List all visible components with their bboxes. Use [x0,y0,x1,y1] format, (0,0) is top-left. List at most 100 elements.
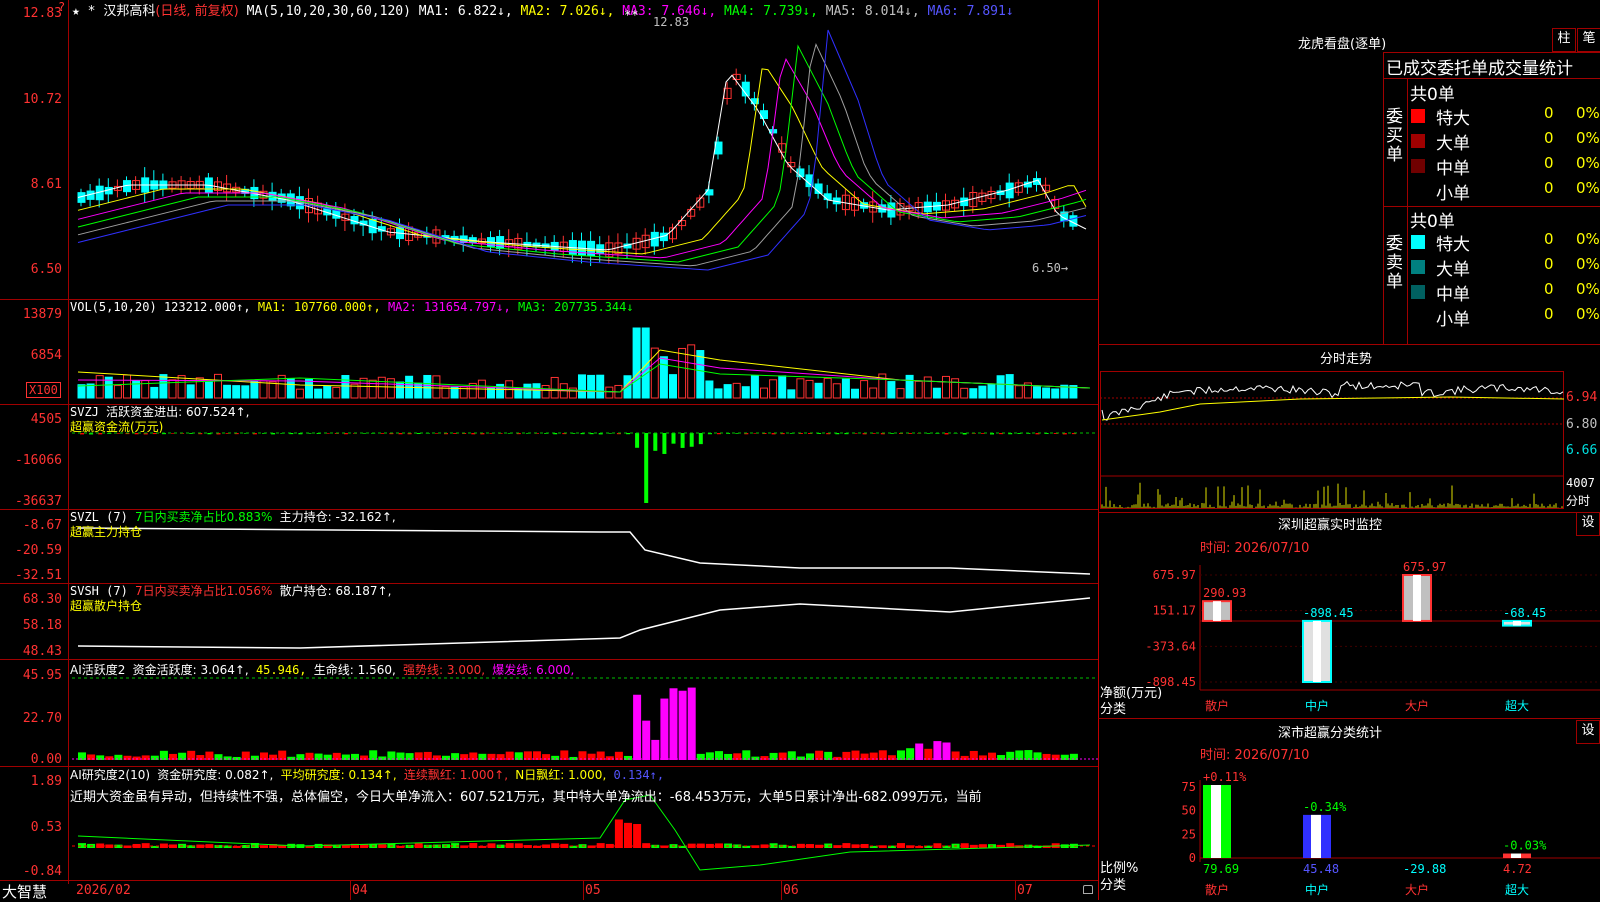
activity-bar [469,752,478,760]
right-panel-divider[interactable] [1098,0,1099,900]
classify-settings-button[interactable]: 设 [1576,720,1600,744]
activity-bar [1042,753,1051,760]
volume-bar [623,375,632,399]
research-bar [514,843,523,848]
ai-active-v4: 强势线: 3.000, [403,663,486,677]
volume-bar [459,386,468,399]
research-bar [460,845,469,848]
volume-bar [77,384,86,399]
category-label: 中户 [1305,882,1329,897]
svzl-header: SVZL (7) 7日内买卖净占比0.883% 主力持仓: -32.162↑, … [70,510,396,540]
volume-bar [632,327,641,399]
volume-bar [596,374,605,399]
fund-flow-bar [289,433,294,435]
fund-flow-bar [507,433,512,434]
fund-flow-bar [535,433,539,434]
fund-flow-bar [380,433,385,434]
research-bar [551,843,560,848]
fund-flow-bar [434,433,439,434]
volume-bar [1023,382,1032,399]
svzl-subtitle: 超赢主力持仓 [70,525,143,539]
fund-flow-bar [589,433,594,435]
research-bar [887,845,896,848]
volume-bar [714,388,723,399]
research-bar [178,843,187,848]
activity-bar [423,751,432,760]
order-type-label: 中单 [1436,285,1470,305]
volume-bar [587,374,596,399]
y-tick-label: 675.97 [1153,568,1196,582]
activity-bar [760,756,769,760]
research-bar [305,845,314,848]
research-bar [988,844,996,848]
moving-average-line [77,57,1087,259]
activity-bar [523,751,532,760]
activity-bar [432,755,441,760]
volume-bar [104,376,113,399]
order-percent: 0% [1576,255,1600,273]
app-logo[interactable]: 大智慧 [2,881,47,902]
lock-icon[interactable] [1083,885,1093,894]
pen-mode-button[interactable]: 笔 [1577,28,1600,52]
activity-bar [314,753,323,760]
fund-flow-bar [580,433,585,435]
intraday-vol-label: 4007 [1566,476,1595,490]
research-bar [906,845,915,848]
volume-bar [523,383,532,399]
candlestick-chart[interactable] [0,0,1098,300]
research-bar [159,843,168,848]
vol-title: VOL(5,10,20) [70,300,157,314]
activity-bar [687,687,696,760]
monitor-settings-button[interactable]: 设 [1576,512,1600,536]
activity-bar [751,756,760,760]
bar-mode-button[interactable]: 柱 [1552,28,1576,52]
svzl-title: SVZL (7) [70,510,128,524]
order-type-label: 中单 [1436,159,1470,179]
research-bar [705,843,714,848]
order-color-swatch [1411,134,1425,148]
fund-flow-bar [525,433,530,434]
activity-bar [715,751,723,760]
order-percent: 0% [1576,104,1600,122]
activity-bar [569,756,578,760]
divider [1098,718,1600,719]
divider [1383,78,1600,79]
category-label: 大户 [1405,698,1429,713]
volume-bar [341,375,350,399]
fund-flow-bar [644,433,649,503]
monitor-bar [1502,619,1532,627]
activity-bar [988,752,996,760]
activity-bar [278,750,287,760]
research-bar [815,844,824,848]
research-bar [660,845,669,848]
activity-bar [924,748,933,760]
activity-bar [560,750,569,760]
fund-flow-bar [762,433,767,435]
fund-flow-bar [471,433,476,435]
y-tick-label: 75 [1182,780,1196,794]
volume-bar [477,379,486,399]
research-bar [505,843,514,848]
research-bar [1015,845,1024,848]
intraday-frame[interactable] [1100,371,1564,509]
x-axis-label: 04 [352,883,368,898]
moving-average-line [77,44,1087,263]
research-bar [614,819,623,848]
svzj-header: SVZJ 活跃资金进出: 607.524↑, 超赢资金流(万元) [70,405,250,435]
fund-flow-bar [962,433,967,435]
volume-bar [932,387,941,399]
order-percent: 0% [1576,154,1600,172]
monitor-bar [1302,619,1332,683]
volume-bar [295,388,304,399]
activity-bar [360,755,369,760]
fund-flow-bar [544,433,549,434]
fund-flow-bar [407,433,412,435]
volume-bar [650,347,659,399]
monitor-bar-highlight [1213,601,1221,621]
research-bar [341,844,350,848]
activity-bar [187,750,196,760]
vol-unit-badge[interactable]: X100 [26,382,61,398]
research-bar [78,843,86,848]
research-bar [360,844,369,848]
volume-bar [550,376,559,399]
